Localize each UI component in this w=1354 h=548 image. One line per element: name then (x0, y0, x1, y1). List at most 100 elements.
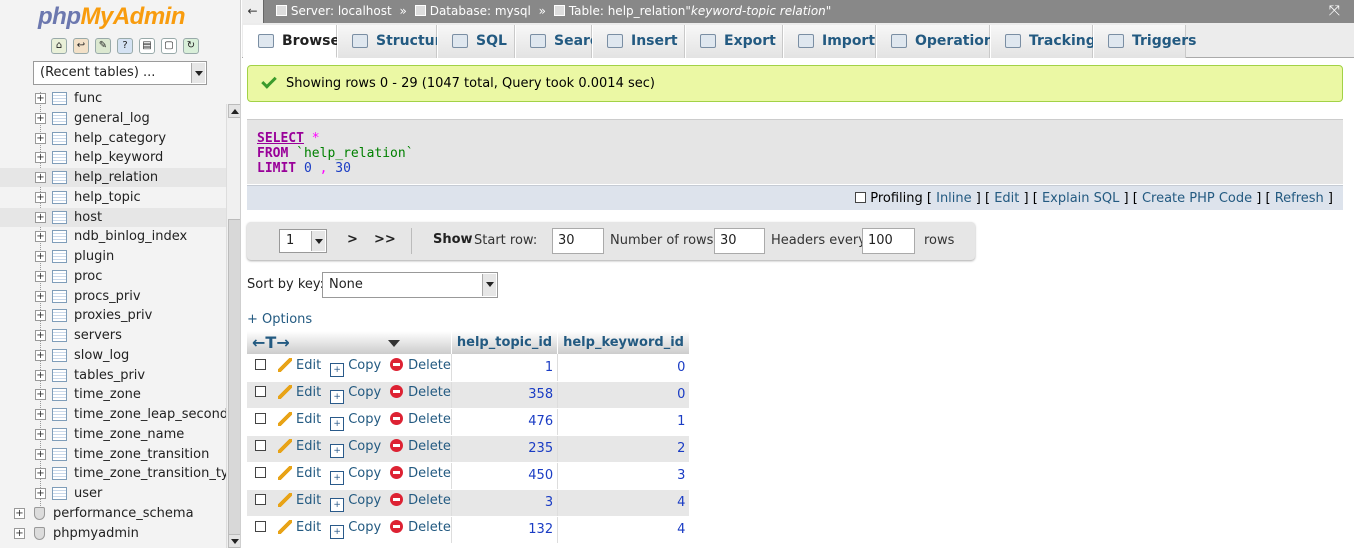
column-header-help-topic-id[interactable]: help_topic_id (451, 331, 559, 354)
sidebar-item-label[interactable]: plugin (74, 247, 114, 266)
column-handle-header[interactable]: ←T→ (247, 331, 452, 354)
recent-tables-select[interactable]: (Recent tables) ... (33, 61, 207, 85)
copy-link[interactable]: Copy (348, 412, 381, 427)
sidebar-item-func[interactable]: + func (0, 92, 226, 108)
cell-help-topic-id[interactable]: 3 (450, 489, 558, 517)
expand-icon[interactable]: + (35, 468, 46, 480)
expand-icon[interactable]: + (35, 448, 46, 460)
copy-link[interactable]: Copy (348, 520, 381, 535)
edit-icon[interactable] (278, 466, 292, 480)
edit-icon[interactable] (278, 493, 292, 507)
column-header-help-keyword-id[interactable]: help_keyword_id (557, 331, 690, 354)
sidebar-item-label[interactable]: help_relation (74, 168, 158, 187)
copy-icon[interactable]: + (330, 525, 345, 539)
sort-arrow-icon[interactable] (387, 340, 400, 347)
sidebar-item-proc[interactable]: + proc (0, 267, 226, 286)
sidebar-item-label[interactable]: help_topic (74, 188, 141, 207)
expand-icon[interactable]: + (35, 172, 46, 183)
sidebar-item-procs-priv[interactable]: + procs_priv (0, 287, 226, 306)
expand-icon[interactable]: + (35, 369, 46, 381)
sidebar-item-help-keyword[interactable]: + help_keyword (0, 148, 226, 167)
last-page-button[interactable]: >> (374, 232, 396, 247)
cell-help-keyword-id[interactable]: 3 (557, 462, 690, 490)
tab-export[interactable]: Export (685, 25, 783, 58)
chevron-down-icon[interactable] (482, 274, 496, 296)
sidebar-item-slow-log[interactable]: + slow_log (0, 346, 226, 365)
query-window-icon[interactable]: ✎ (95, 38, 111, 54)
chevron-down-icon[interactable] (311, 231, 325, 251)
edit-link[interactable]: Edit (296, 358, 321, 373)
headers-every-input[interactable]: 100 (862, 228, 915, 254)
expand-icon[interactable]: + (35, 330, 46, 341)
tab-browse[interactable]: Browse (243, 25, 340, 58)
delete-icon[interactable] (390, 439, 404, 452)
delete-icon[interactable] (390, 466, 404, 479)
cell-help-keyword-id[interactable]: 1 (557, 408, 690, 436)
expand-icon[interactable]: + (35, 290, 46, 302)
scroll-down-icon[interactable] (228, 534, 240, 548)
sidebar-item-label[interactable]: help_keyword (74, 148, 163, 167)
sidebar-item-performance-schema[interactable]: + performance_schema (0, 504, 226, 523)
next-page-button[interactable]: > (347, 232, 358, 247)
tab-insert[interactable]: Insert (592, 25, 685, 58)
edit-link[interactable]: Edit (296, 466, 321, 481)
delete-link[interactable]: Delete (408, 385, 451, 400)
home-icon[interactable]: ⌂ (51, 38, 67, 54)
sidebar-item-plugin[interactable]: + plugin (0, 247, 226, 266)
profiling-checkbox[interactable] (855, 192, 867, 203)
refresh-link[interactable]: Refresh (1275, 191, 1324, 206)
maximize-icon[interactable]: ⤧ (1329, 0, 1340, 23)
sidebar-item-label[interactable]: performance_schema (53, 504, 194, 523)
sidebar-item-tables-priv[interactable]: + tables_priv (0, 366, 226, 385)
sidebar-item-user[interactable]: + user (0, 484, 226, 503)
sidebar-item-time-zone-transition-type[interactable]: + time_zone_transition_type (0, 464, 226, 483)
number-of-rows-input[interactable]: 30 (714, 228, 765, 254)
tab-search[interactable]: Search (515, 25, 608, 58)
expand-icon[interactable]: + (35, 389, 46, 401)
copy-icon[interactable]: + (330, 498, 345, 512)
tab-import[interactable]: Import (783, 25, 876, 58)
create-php-code-link[interactable]: Create PHP Code (1142, 191, 1252, 206)
sidebar-item-label[interactable]: procs_priv (74, 287, 141, 306)
breadcrumb-table[interactable]: Table: help_relation (569, 4, 686, 18)
sidebar-item-label[interactable]: servers (74, 326, 122, 345)
copy-icon[interactable]: + (330, 390, 345, 404)
expand-icon[interactable]: + (14, 527, 25, 539)
logout-icon[interactable]: ↩ (73, 38, 89, 54)
expand-icon[interactable]: + (35, 488, 46, 499)
delete-icon[interactable] (390, 385, 404, 398)
expand-icon[interactable]: + (35, 112, 46, 124)
tree-scrollbar[interactable] (226, 104, 240, 548)
sidebar-item-phpmyadmin[interactable]: + phpmyadmin (0, 524, 226, 543)
breadcrumb-database[interactable]: Database: mysql (430, 4, 531, 18)
sidebar-item-label[interactable]: time_zone_transition (74, 445, 209, 464)
collapse-arrow-icon[interactable]: ← (242, 0, 264, 23)
row-checkbox[interactable] (255, 521, 266, 532)
scroll-up-icon[interactable] (228, 104, 240, 118)
delete-link[interactable]: Delete (408, 466, 451, 481)
sidebar-item-label[interactable]: time_zone_transition_type (74, 464, 226, 483)
start-row-input[interactable]: 30 (552, 228, 604, 254)
sort-by-key-select[interactable]: None (322, 272, 498, 298)
tab-operations[interactable]: Operations (876, 25, 1002, 58)
expand-icon[interactable]: + (35, 152, 46, 164)
sidebar-item-label[interactable]: proc (74, 267, 102, 286)
tab-tracking[interactable]: Tracking (990, 25, 1096, 58)
cell-help-topic-id[interactable]: 132 (450, 516, 558, 544)
expand-icon[interactable]: + (35, 93, 46, 104)
explain-sql-link[interactable]: Explain SQL (1042, 191, 1119, 206)
column-resize-icon[interactable]: ←T→ (252, 333, 290, 352)
sidebar-item-label[interactable]: time_zone (74, 385, 141, 404)
copy-link[interactable]: Copy (348, 439, 381, 454)
settings-icon[interactable]: ▢ (161, 38, 177, 54)
sql-select-keyword[interactable]: SELECT (257, 131, 304, 146)
delete-icon[interactable] (390, 412, 404, 425)
expand-icon[interactable]: + (35, 231, 46, 243)
edit-link[interactable]: Edit (296, 412, 321, 427)
sidebar-item-label[interactable]: proxies_priv (74, 306, 152, 325)
expand-icon[interactable]: + (35, 251, 46, 262)
sidebar-item-label[interactable]: host (74, 208, 102, 227)
sidebar-item-host[interactable]: + host (0, 207, 226, 227)
sidebar-item-help-topic[interactable]: + help_topic (0, 188, 226, 207)
edit-link[interactable]: Edit (296, 493, 321, 508)
